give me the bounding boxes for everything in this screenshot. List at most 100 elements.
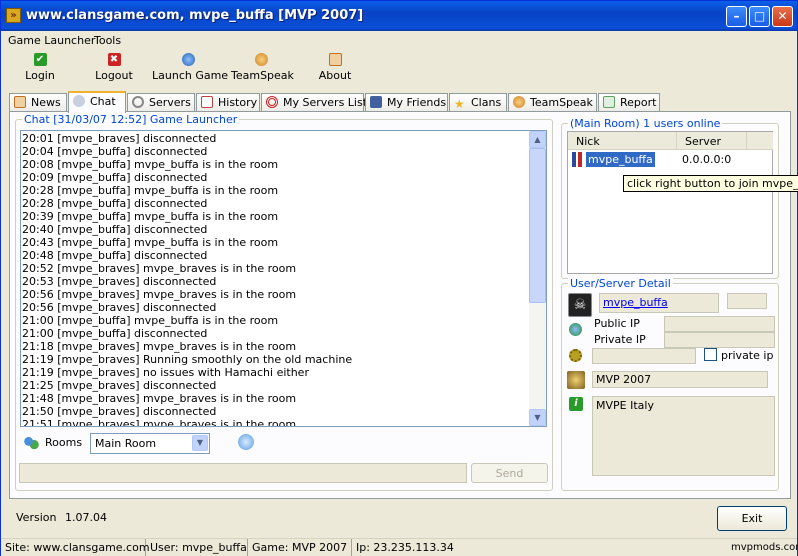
user-list[interactable]: Nick Server mvpe_buffa 0.0.0.0:0 <box>567 131 773 274</box>
app-window: » www.clansgame.com, mvpe_buffa [MVP 200… <box>0 0 798 556</box>
teamspeak-button[interactable]: TeamSpeak <box>231 53 294 82</box>
tab-my-servers-list-label: My Servers List <box>283 96 368 109</box>
title-bar[interactable]: » www.clansgame.com, mvpe_buffa [MVP 200… <box>1 1 797 31</box>
user-row[interactable]: mvpe_buffa 0.0.0.0:0 <box>572 152 772 168</box>
scroll-thumb[interactable] <box>529 148 546 303</box>
nick-link[interactable]: mvpe_buffa <box>603 296 668 309</box>
exit-button[interactable]: Exit <box>717 506 787 531</box>
app-icon: » <box>6 8 21 23</box>
version-value: 1.07.04 <box>65 511 107 524</box>
nick-field: mvpe_buffa <box>599 293 719 313</box>
tab-history-label: History <box>218 96 258 109</box>
launch-game-button[interactable]: Launch Game <box>152 53 228 82</box>
tab-history[interactable]: History <box>196 93 260 112</box>
rooms-select-value: Main Room <box>95 437 157 450</box>
about-button[interactable]: About <box>318 53 352 82</box>
chat-bubble-icon[interactable] <box>238 434 254 450</box>
chat-line: 21:00 [mvpe_buffa] mvpe_buffa is in the … <box>22 314 279 327</box>
chat-line: 20:43 [mvpe_buffa] mvpe_buffa is in the … <box>22 236 279 249</box>
chat-log[interactable]: 20:01 [mvpe_braves] disconnected 20:04 [m… <box>20 130 547 427</box>
chat-scrollbar[interactable]: ▲ ▼ <box>529 131 546 426</box>
chat-line: 20:01 [mvpe_braves] disconnected <box>22 132 217 145</box>
status-user: User: mvpe_buffa <box>146 539 248 556</box>
about-label: About <box>318 69 352 82</box>
star-icon: ★ <box>454 97 465 111</box>
tab-clans[interactable]: ★ Clans <box>449 93 507 112</box>
menu-tools[interactable]: Tools <box>94 34 121 47</box>
chat-line: 21:00 [mvpe_buffa] disconnected <box>22 327 208 340</box>
maximize-button[interactable]: □ <box>749 6 770 27</box>
teamspeak-icon <box>513 96 525 108</box>
nick-extra-field <box>727 293 767 309</box>
home-icon <box>328 53 342 66</box>
gear-icon <box>569 349 582 362</box>
chat-line: 20:04 [mvpe_buffa] disconnected <box>22 145 208 158</box>
room-users-group-label: (Main Room) 1 users online <box>568 117 723 130</box>
user-nick[interactable]: mvpe_buffa <box>586 152 655 167</box>
chat-line: 21:50 [mvpe_braves] disconnected <box>22 405 217 418</box>
target-icon <box>266 96 278 108</box>
rooms-label: Rooms <box>45 436 83 449</box>
login-label: Login <box>25 69 55 82</box>
menu-game-launcher[interactable]: Game Launcher <box>8 34 95 47</box>
public-ip-label: Public IP <box>594 317 640 330</box>
status-game: Game: MVP 2007 <box>248 539 352 556</box>
server-column-header[interactable]: Server <box>676 132 746 150</box>
flag-icon <box>572 152 576 167</box>
scroll-down-button[interactable]: ▼ <box>529 409 546 426</box>
minimize-button[interactable]: – <box>726 6 747 27</box>
chat-line: 20:52 [mvpe_braves] mvpe_braves is in th… <box>22 262 297 275</box>
chat-group-label: Chat [31/03/07 12:52] Game Launcher <box>22 113 240 126</box>
globe-icon <box>181 53 195 66</box>
tab-my-friends[interactable]: My Friends <box>365 93 448 112</box>
tab-news[interactable]: News <box>9 93 67 112</box>
chat-line: 20:28 [mvpe_buffa] mvpe_buffa is in the … <box>22 184 279 197</box>
tab-strip: News Chat Servers History My Servers Lis… <box>9 91 789 113</box>
tab-teamspeak[interactable]: TeamSpeak <box>508 93 597 112</box>
close-button[interactable]: ✕ <box>772 6 793 27</box>
tab-chat[interactable]: Chat <box>68 91 126 113</box>
tab-servers-label: Servers <box>149 96 191 109</box>
home-icon <box>14 96 26 108</box>
private-ip-checkbox-label: private ip <box>721 349 774 362</box>
watermark: mvpmods.com <box>731 542 798 553</box>
menu-bar: Game Launcher Tools <box>1 31 797 49</box>
nick-column-header[interactable]: Nick <box>568 132 676 150</box>
launch-game-label: Launch Game <box>152 69 229 82</box>
clan-value: MVP 2007 <box>596 373 652 386</box>
public-ip-field <box>664 316 775 332</box>
status-ip: Ip: 23.235.113.34 <box>356 541 454 554</box>
tab-my-friends-label: My Friends <box>387 96 447 109</box>
server-field <box>592 348 696 364</box>
tab-news-label: News <box>31 96 61 109</box>
friends-icon <box>370 96 382 108</box>
window-title: www.clansgame.com, mvpe_buffa [MVP 2007] <box>26 8 364 23</box>
toolbar: ✔ Login ✖ Logout Launch Game TeamSpeak A… <box>1 51 797 91</box>
tab-report-label: Report <box>620 96 657 109</box>
tab-clans-label: Clans <box>471 96 502 109</box>
scroll-up-button[interactable]: ▲ <box>529 131 546 148</box>
private-ip-field <box>664 332 775 348</box>
login-button[interactable]: ✔ Login <box>23 53 57 82</box>
chat-line: 21:51 [mvpe_braves] mvpe_braves is in th… <box>22 418 297 427</box>
tab-teamspeak-label: TeamSpeak <box>530 96 593 109</box>
chevron-down-icon: ▼ <box>192 435 208 451</box>
tab-servers[interactable]: Servers <box>127 93 195 112</box>
chat-line: 20:53 [mvpe_braves] disconnected <box>22 275 217 288</box>
chat-line: 20:09 [mvpe_buffa] disconnected <box>22 171 208 184</box>
version-label: Version <box>16 511 57 524</box>
message-input[interactable] <box>19 463 467 483</box>
private-ip-checkbox[interactable] <box>704 348 717 361</box>
logout-button[interactable]: ✖ Logout <box>94 53 134 82</box>
chat-line: 20:28 [mvpe_buffa] disconnected <box>22 197 208 210</box>
send-button[interactable]: Send <box>471 463 548 483</box>
tab-report[interactable]: Report <box>598 93 660 112</box>
info-value: MVPE Italy <box>596 399 654 412</box>
status-site: Site: www.clansgame.com <box>1 539 150 556</box>
tab-my-servers-list[interactable]: My Servers List <box>261 93 368 112</box>
history-icon <box>201 96 213 108</box>
tab-chat-label: Chat <box>90 95 116 108</box>
globe-icon <box>569 323 582 336</box>
chat-line: 20:39 [mvpe_buffa] mvpe_buffa is in the … <box>22 210 279 223</box>
rooms-select[interactable]: Main Room ▼ <box>90 433 210 454</box>
